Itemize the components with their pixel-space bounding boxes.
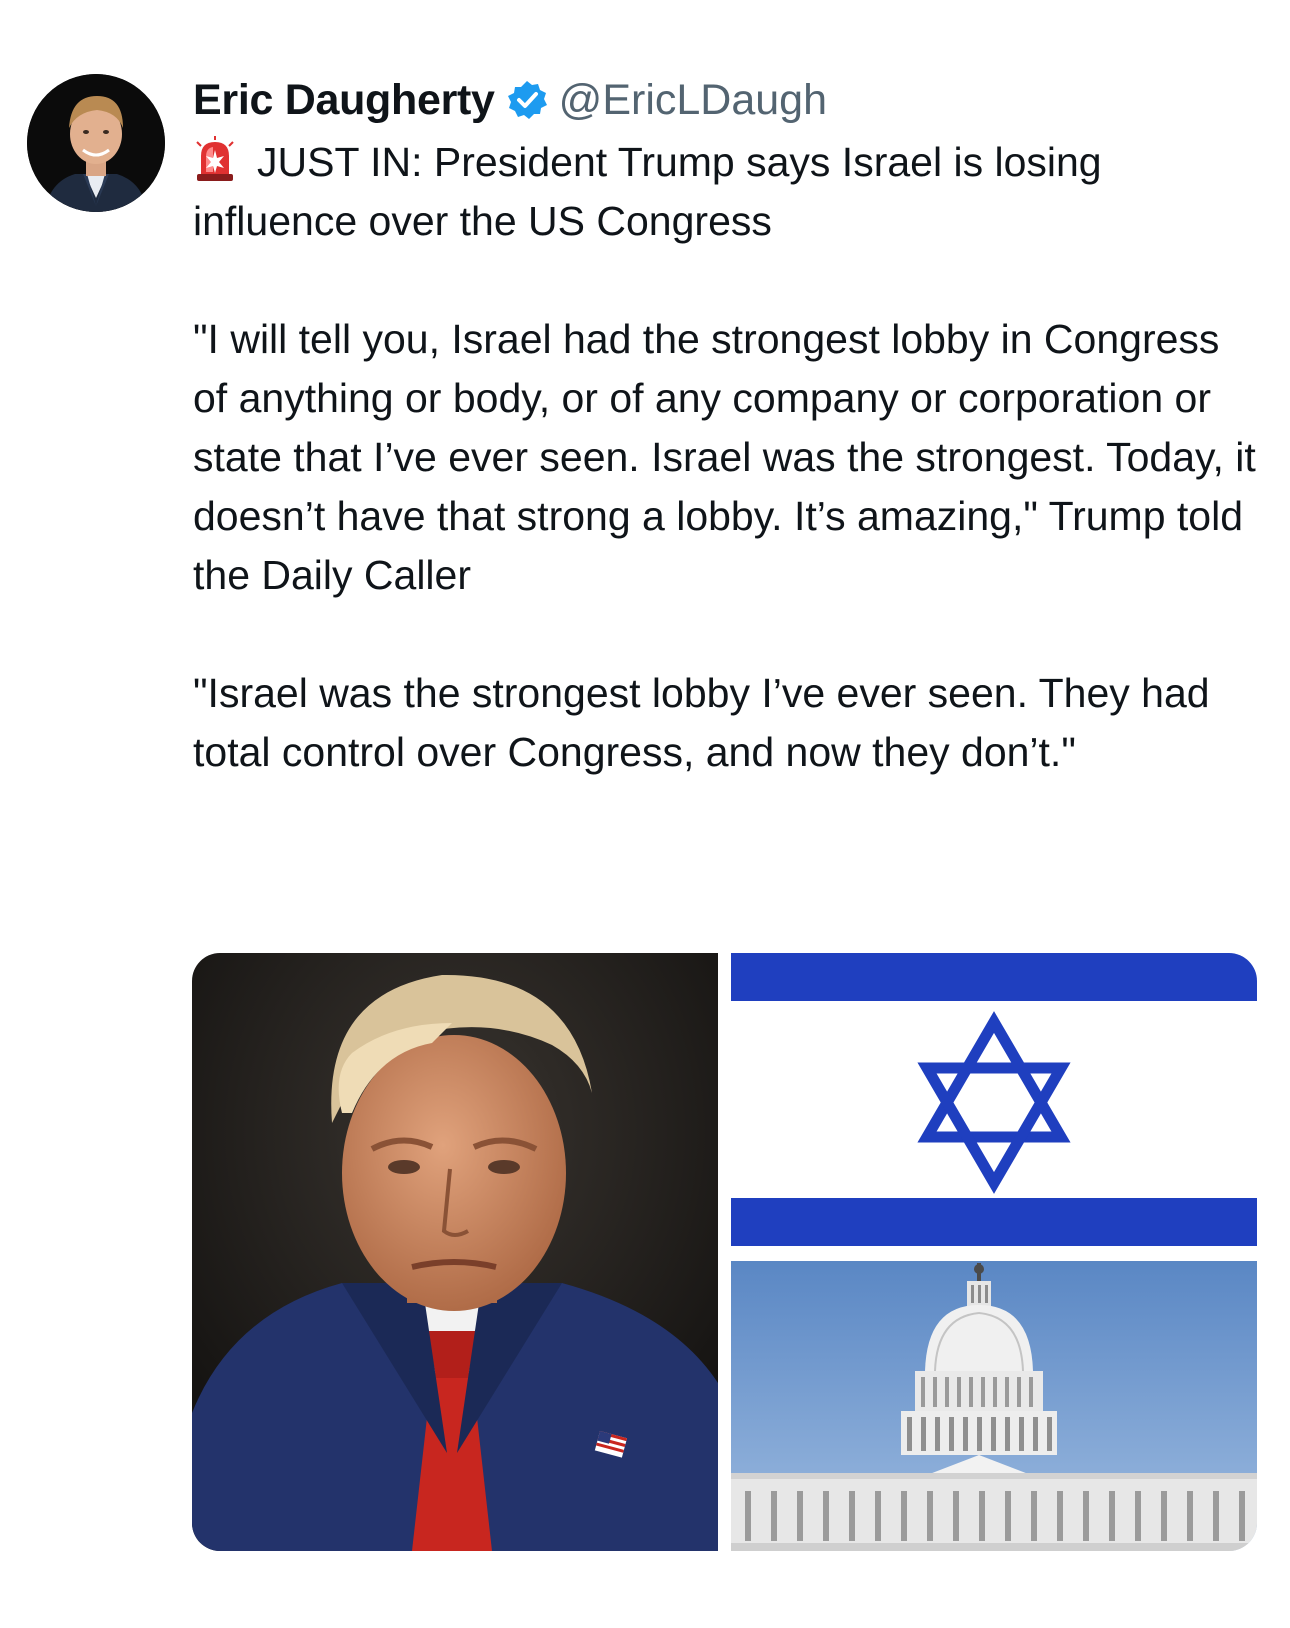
tweet-media-grid	[192, 953, 1257, 1551]
author-display-name[interactable]: Eric Daugherty	[193, 76, 495, 125]
tweet-paragraph-1-text: JUST IN: President Trump says Israel is …	[193, 139, 1102, 244]
media-image-israel-flag[interactable]	[731, 953, 1257, 1252]
media-image-trump-portrait[interactable]	[192, 953, 718, 1551]
tweet-paragraph-1: JUST IN: President Trump says Israel is …	[193, 133, 1263, 251]
tweet-paragraph-2: "I will tell you, Israel had the stronge…	[193, 316, 1256, 598]
tweet-card: Eric Daugherty @EricLDaugh JUST IN: Pres…	[0, 0, 1290, 1628]
avatar-image	[27, 74, 165, 212]
author-handle[interactable]: @EricLDaugh	[559, 76, 827, 125]
tweet-header: Eric Daugherty @EricLDaugh	[193, 72, 827, 128]
tweet-text: JUST IN: President Trump says Israel is …	[193, 133, 1263, 782]
media-image-us-capitol[interactable]	[731, 1261, 1257, 1551]
tweet-paragraph-3: "Israel was the strongest lobby I’ve eve…	[193, 670, 1210, 775]
siren-icon	[193, 136, 237, 182]
author-avatar[interactable]	[27, 74, 165, 212]
verified-badge-icon[interactable]	[507, 80, 547, 120]
